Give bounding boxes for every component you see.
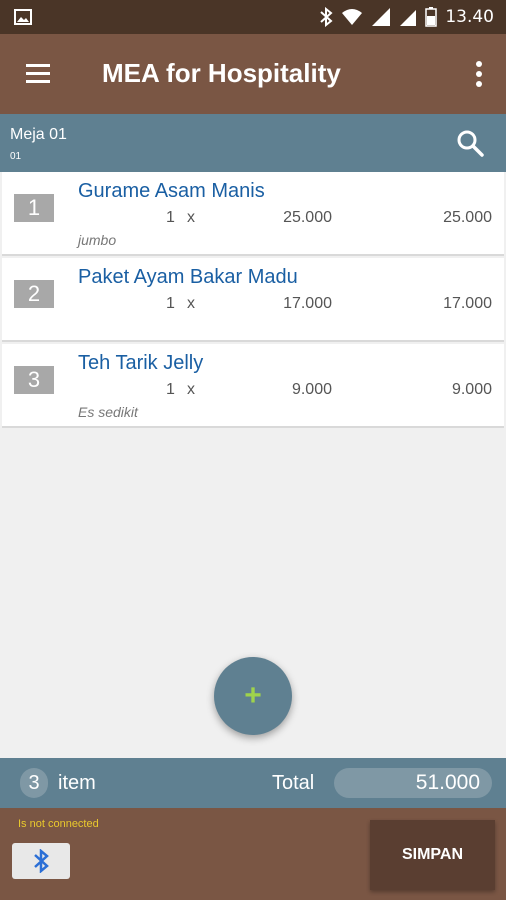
order-subtotal: 17.000 (443, 295, 492, 312)
order-qty: 1 (166, 381, 175, 398)
order-number: 3 (14, 366, 54, 394)
order-times: x (187, 295, 195, 312)
signal-icon (400, 10, 417, 26)
order-price: 17.000 (283, 295, 332, 312)
order-number: 2 (14, 280, 54, 308)
order-item[interactable]: 1 Gurame Asam Manis 1 x 25.000 25.000 ju… (2, 172, 504, 256)
bluetooth-icon (34, 849, 49, 873)
bottom-bar: Is not connected SIMPAN (0, 808, 506, 900)
table-code: 01 (10, 151, 22, 162)
item-count: 3 (20, 768, 48, 798)
status-time: 13.40 (445, 7, 494, 27)
status-bar: 13.40 (0, 0, 506, 34)
more-vert-icon[interactable] (474, 60, 484, 88)
add-item-button[interactable]: + (214, 657, 292, 735)
order-note: jumbo (78, 232, 117, 248)
bluetooth-button[interactable] (12, 843, 70, 879)
total-label: Total (272, 772, 315, 794)
app-title: MEA for Hospitality (102, 58, 341, 88)
order-item[interactable]: 3 Teh Tarik Jelly 1 x 9.000 9.000 Es sed… (2, 344, 504, 428)
order-name: Teh Tarik Jelly (78, 352, 204, 374)
item-label: item (58, 772, 96, 794)
order-price: 9.000 (291, 381, 332, 398)
order-subtotal: 9.000 (451, 381, 492, 398)
order-subtotal: 25.000 (443, 209, 492, 226)
menu-icon[interactable] (22, 61, 54, 87)
order-qty: 1 (166, 209, 175, 226)
bluetooth-icon (320, 7, 333, 27)
save-button[interactable]: SIMPAN (370, 820, 495, 890)
total-value: 51.000 (334, 768, 492, 798)
signal-icon (372, 8, 391, 26)
app-bar: MEA for Hospitality (0, 34, 506, 114)
order-times: x (187, 381, 195, 398)
totals-bar: 3 item Total 51.000 (0, 758, 506, 808)
table-name: Meja 01 (10, 126, 67, 143)
search-icon[interactable] (456, 129, 484, 157)
order-name: Gurame Asam Manis (78, 180, 265, 202)
image-icon (14, 9, 32, 25)
order-number: 1 (14, 194, 54, 222)
table-header: Meja 01 01 (0, 114, 506, 172)
order-price: 25.000 (283, 209, 332, 226)
wifi-icon (342, 9, 363, 25)
battery-icon (425, 7, 438, 27)
add-icon: + (244, 679, 262, 712)
order-name: Paket Ayam Bakar Madu (78, 266, 298, 288)
order-note: Es sedikit (78, 404, 138, 420)
order-qty: 1 (166, 295, 175, 312)
order-item[interactable]: 2 Paket Ayam Bakar Madu 1 x 17.000 17.00… (2, 258, 504, 342)
connection-status: Is not connected (18, 818, 99, 830)
order-times: x (187, 209, 195, 226)
